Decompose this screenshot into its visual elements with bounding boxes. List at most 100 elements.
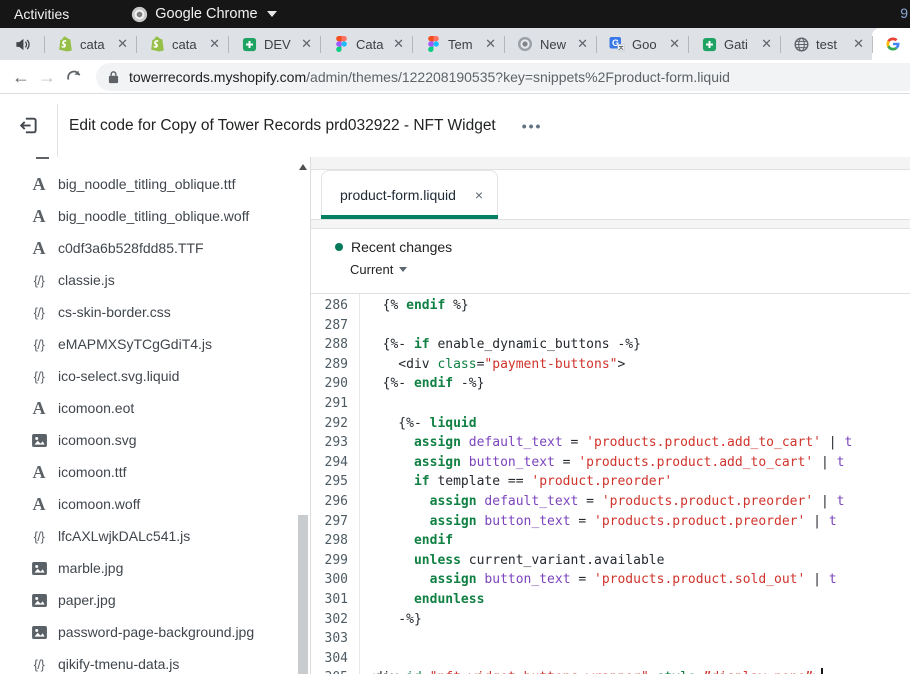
forward-button[interactable]: → xyxy=(34,68,60,86)
code-line[interactable]: 300 assign button_text = 'products.produ… xyxy=(311,570,910,590)
code-line[interactable]: 293 assign default_text = 'products.prod… xyxy=(311,433,910,453)
browser-tab-title: New xyxy=(540,37,574,52)
code-line[interactable]: 299 unless current_variant.available xyxy=(311,551,910,571)
browser-tab[interactable] xyxy=(872,28,910,60)
browser-tab[interactable]: Gati✕ xyxy=(688,28,780,60)
file-name: paper.jpg xyxy=(58,592,116,608)
lock-icon[interactable] xyxy=(108,70,119,84)
code-line[interactable]: 296 assign default_text = 'products.prod… xyxy=(311,492,910,512)
file-item[interactable]: {/}ico-select.svg.liquid xyxy=(0,360,310,392)
scroll-up-arrow-icon[interactable] xyxy=(299,164,307,170)
header-divider xyxy=(57,104,58,157)
more-actions-button[interactable]: ••• xyxy=(522,118,543,134)
file-item[interactable]: {/}eMAPMXSyTCgGdiT4.js xyxy=(0,328,310,360)
file-item[interactable]: Abig_noodle_titling_oblique.woff xyxy=(0,200,310,232)
file-item[interactable]: {/}cs-skin-border.css xyxy=(0,296,310,328)
code-line[interactable]: 290 {%- endif -%} xyxy=(311,374,910,394)
address-bar[interactable]: towerrecords.myshopify.com/admin/themes/… xyxy=(96,63,910,91)
code-line[interactable]: 291 xyxy=(311,394,910,414)
file-item[interactable]: Aicomoon.woff xyxy=(0,488,310,520)
editor-tab-bar: product-form.liquid × xyxy=(311,170,910,220)
file-item[interactable]: password-page-background.jpg xyxy=(0,616,310,648)
browser-tab[interactable]: test✕ xyxy=(780,28,872,60)
browser-toolbar: ← → towerrecords.myshopify.com/admin/the… xyxy=(0,60,910,94)
system-top-bar: Activities Google Chrome 9 xyxy=(0,0,910,28)
line-number: 296 xyxy=(311,492,359,512)
code-line[interactable]: 301 endunless xyxy=(311,590,910,610)
main-content: Abig_noodle_titling_oblique.ttfAbig_nood… xyxy=(0,157,910,674)
code-text: <div id="nft-widget-buttons-wrapper" sty… xyxy=(359,668,910,674)
audio-speaker-icon[interactable] xyxy=(0,28,44,60)
system-clock[interactable]: 9 xyxy=(900,5,908,21)
app-menu-caret-icon xyxy=(267,11,277,17)
file-item[interactable]: marble.jpg xyxy=(0,552,310,584)
back-button[interactable]: ← xyxy=(8,68,34,86)
code-line[interactable]: 295 if template == 'product.preorder' xyxy=(311,472,910,492)
tab-close-icon[interactable]: ✕ xyxy=(853,36,864,52)
file-item[interactable]: {/}lfcAXLwjkDALc541.js xyxy=(0,520,310,552)
version-dropdown[interactable]: Current xyxy=(350,262,910,277)
file-name: marble.jpg xyxy=(58,560,123,576)
code-line[interactable]: 302 -%} xyxy=(311,610,910,630)
file-item[interactable]: Aicomoon.eot xyxy=(0,392,310,424)
code-area[interactable]: 286 {% endif %}287288 {%- if enable_dyna… xyxy=(311,294,910,674)
browser-tab[interactable]: GGoo✕ xyxy=(596,28,688,60)
editor-divider-strip xyxy=(311,220,910,229)
tab-close-icon[interactable]: ✕ xyxy=(209,36,220,52)
font-file-icon: A xyxy=(28,462,50,483)
code-file-icon: {/} xyxy=(28,273,50,288)
file-name: eMAPMXSyTCgGdiT4.js xyxy=(58,336,212,352)
file-name: cs-skin-border.css xyxy=(58,304,171,320)
font-file-icon: A xyxy=(28,174,50,195)
reload-button[interactable] xyxy=(60,69,86,85)
activities-button[interactable]: Activities xyxy=(14,6,69,22)
scrollbar-thumb[interactable] xyxy=(298,515,308,674)
active-app-menu[interactable]: Google Chrome xyxy=(131,6,276,23)
tab-close-icon[interactable]: ✕ xyxy=(485,36,496,52)
file-item[interactable]: {/}classie.js xyxy=(0,264,310,296)
image-file-icon xyxy=(28,562,50,575)
code-line[interactable]: 298 endif xyxy=(311,531,910,551)
code-line[interactable]: 297 assign button_text = 'products.produ… xyxy=(311,512,910,532)
file-item[interactable]: paper.jpg xyxy=(0,584,310,616)
file-list: Abig_noodle_titling_oblique.ttfAbig_nood… xyxy=(0,157,310,674)
file-name: big_noodle_titling_oblique.ttf xyxy=(58,176,235,192)
browser-tab[interactable]: cata✕ xyxy=(44,28,136,60)
code-line[interactable]: 303 xyxy=(311,629,910,649)
file-item[interactable]: Aicomoon.ttf xyxy=(0,456,310,488)
tab-close-icon[interactable]: ✕ xyxy=(117,36,128,52)
editor-tab-close-icon[interactable]: × xyxy=(475,187,483,203)
chrome-app-icon xyxy=(131,6,148,23)
file-item[interactable]: Ac0df3a6b528fdd85.TTF xyxy=(0,232,310,264)
browser-tab[interactable]: New✕ xyxy=(504,28,596,60)
unsaved-changes-dot xyxy=(335,243,343,251)
code-line[interactable]: 286 {% endif %} xyxy=(311,296,910,316)
browser-tab[interactable]: Cata✕ xyxy=(320,28,412,60)
file-item[interactable]: {/}qikify-tmenu-data.js xyxy=(0,648,310,674)
editor-top-strip xyxy=(311,157,910,170)
file-item[interactable]: icomoon.svg xyxy=(0,424,310,456)
browser-tab[interactable]: cata✕ xyxy=(136,28,228,60)
code-line[interactable]: 305<div id="nft-widget-buttons-wrapper" … xyxy=(311,668,910,674)
image-file-icon xyxy=(28,594,50,607)
code-line[interactable]: 288 {%- if enable_dynamic_buttons -%} xyxy=(311,335,910,355)
tab-close-icon[interactable]: ✕ xyxy=(669,36,680,52)
browser-tab[interactable]: Tem✕ xyxy=(412,28,504,60)
tab-close-icon[interactable]: ✕ xyxy=(393,36,404,52)
code-text: {%- liquid xyxy=(359,414,910,434)
code-line[interactable]: 294 assign button_text = 'products.produ… xyxy=(311,453,910,473)
file-item[interactable]: Abig_noodle_titling_oblique.ttf xyxy=(0,168,310,200)
code-line[interactable]: 289 <div class="payment-buttons"> xyxy=(311,355,910,375)
tab-close-icon[interactable]: ✕ xyxy=(577,36,588,52)
tab-close-icon[interactable]: ✕ xyxy=(301,36,312,52)
editor-file-tab[interactable]: product-form.liquid × xyxy=(321,170,498,219)
tab-close-icon[interactable]: ✕ xyxy=(761,36,772,52)
exit-editor-button[interactable] xyxy=(0,115,57,136)
code-line[interactable]: 304 xyxy=(311,649,910,669)
browser-tab-title: DEV xyxy=(264,37,298,52)
code-line[interactable]: 287 xyxy=(311,316,910,336)
sidebar-scrollbar[interactable] xyxy=(295,157,310,674)
browser-tab[interactable]: DEV✕ xyxy=(228,28,320,60)
code-line[interactable]: 292 {%- liquid xyxy=(311,414,910,434)
font-file-icon: A xyxy=(28,398,50,419)
